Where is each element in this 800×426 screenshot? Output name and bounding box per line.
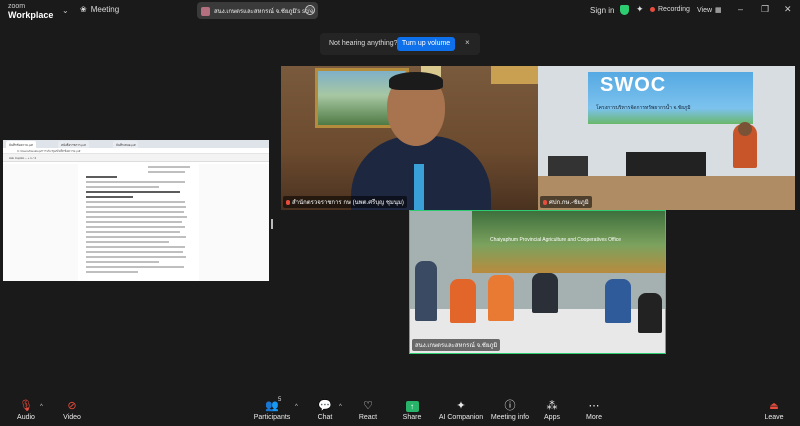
person-tie [414,164,424,210]
participant-name: สำนักตรวจราชการ กษ (นพต.ศรีบุญ ชุมนุม) [292,200,404,206]
audio-notice: Not hearing anything? Turn up volume × [320,33,480,55]
muted-mic-icon [286,199,290,205]
shared-screen: บันทึกข้อความ.pdf หนังสือราชการ.pdf บันท… [3,140,269,281]
participants-count: 5 [278,397,282,403]
more-button[interactable]: ⋯ More [568,399,620,421]
meeting-controls: 🎙 Audio ^ ⊘ Video 👥 5 Participants ^ 💬 C… [0,396,800,426]
record-dot-icon [650,6,655,12]
pdf-toolbar: Ask Copilot − + 1 / 4 [3,154,269,162]
share-button[interactable]: ↑ Share [386,399,438,421]
turn-up-volume-button[interactable]: Turn up volume [397,37,455,51]
leave-icon: ⏏ [769,401,779,412]
more-dots-icon: ⋯ [588,400,600,412]
participant-name: ศปก.กษ.-ชัยภูมิ [549,200,589,206]
grid-icon: ▦ [715,7,722,14]
recording-indicator[interactable]: Recording [650,6,690,13]
view-button[interactable]: View ▦ [697,6,722,14]
close-icon[interactable]: ✕ [784,4,792,15]
share-screen-icon: ↑ [386,399,438,413]
video-tile[interactable]: สำนักตรวจราชการ กษ (นพต.ศรีบุญ ชุมนุม) [281,66,538,210]
video-button[interactable]: ⊘ Video [46,399,98,421]
audio-options-caret[interactable]: ^ [40,404,43,410]
notice-text: Not hearing anything? [329,40,398,47]
audio-label: Audio [17,414,35,421]
participants-label: Participants [253,414,291,421]
participants-icon: 👥 [265,400,279,412]
meeting-label: Meeting [90,5,120,14]
browser-tabs: บันทึกข้อความ.pdf หนังสือราชการ.pdf บันท… [3,140,269,148]
person [638,293,662,333]
logo-line2: Workplace [8,10,54,20]
shield-icon[interactable] [620,5,629,15]
share-avatar [201,6,210,16]
view-label: View [697,7,713,14]
browser-tab[interactable]: บันทึกข้อความ.pdf [6,141,36,148]
sparkle-icon[interactable]: ✦ [636,4,644,15]
participants-options-caret[interactable]: ^ [295,404,298,410]
more-label: More [586,414,602,421]
video-off-icon: ⊘ [67,400,77,412]
pdf-page [78,164,198,281]
swoc-subtitle: โครงการบริหารจัดการทรัพยากรน้ำ จ.ชัยภูมิ [596,105,691,111]
paw-icon: ❀ [80,5,87,14]
person-head [738,122,752,136]
share-label: Share [402,414,422,421]
person-hair [389,72,443,90]
person [532,273,558,313]
top-bar: zoom Workplace ⌄ ❀ Meeting สนง.เกษตรและสห… [0,0,800,22]
leave-label: Leave [764,414,784,421]
participants-button[interactable]: 👥 5 Participants [244,397,300,421]
participant-name: สนง.เกษตรและสหกรณ์ จ.ชัยภูมิ [415,343,498,349]
browser-tab[interactable]: บันทึกเสนอ.pdf [113,141,139,148]
browser-tab[interactable]: หนังสือราชการ.pdf [58,141,89,148]
restore-icon[interactable]: ❐ [761,4,769,15]
office-banner-text: Chaiyaphum Provincial Agriculture and Co… [490,237,622,243]
notice-close-icon[interactable]: × [465,38,470,47]
swoc-title: SWOC [600,74,667,96]
recording-label: Recording [658,6,690,13]
person [488,275,514,321]
pdf-margin-right [199,164,269,281]
participant-name-tag: ศปก.กษ.-ชัยภูมิ [540,196,592,208]
person [415,261,437,321]
share-resize-handle[interactable] [271,219,273,229]
person [450,279,476,323]
participant-name-tag: สนง.เกษตรและสหกรณ์ จ.ชัยภูมิ [412,339,501,351]
muted-mic-icon [543,199,547,205]
chevron-down-icon[interactable]: ⌄ [62,6,69,15]
more-icon[interactable]: ⋯ [305,5,315,15]
screen-share-pill[interactable]: สนง.เกษตรและสหกรณ์ จ.ชัยภูมิ's scre ⋯ [197,2,318,19]
share-pill-text: สนง.เกษตรและสหกรณ์ จ.ชัยภูมิ's scre [214,9,314,15]
zoom-logo: zoom Workplace [8,2,53,20]
video-label: Video [63,414,81,421]
mic-muted-icon: 🎙 [19,400,33,412]
meeting-menu[interactable]: ❀ Meeting [80,5,119,14]
minimize-icon[interactable]: – [738,4,743,14]
participant-name-tag: สำนักตรวจราชการ กษ (นพต.ศรีบุญ ชุมนุม) [283,196,407,208]
active-speaker-tile[interactable]: Chaiyaphum Provincial Agriculture and Co… [409,210,666,354]
leave-button[interactable]: ⏏ Leave [748,399,800,421]
picture-frame [491,66,538,84]
sign-in-link[interactable]: Sign in [590,6,614,15]
pdf-margin-left [3,164,78,281]
video-tile[interactable]: SWOC โครงการบริหารจัดการทรัพยากรน้ำ จ.ชั… [538,66,795,210]
audio-button[interactable]: 🎙 Audio [0,399,52,421]
person [605,279,631,323]
